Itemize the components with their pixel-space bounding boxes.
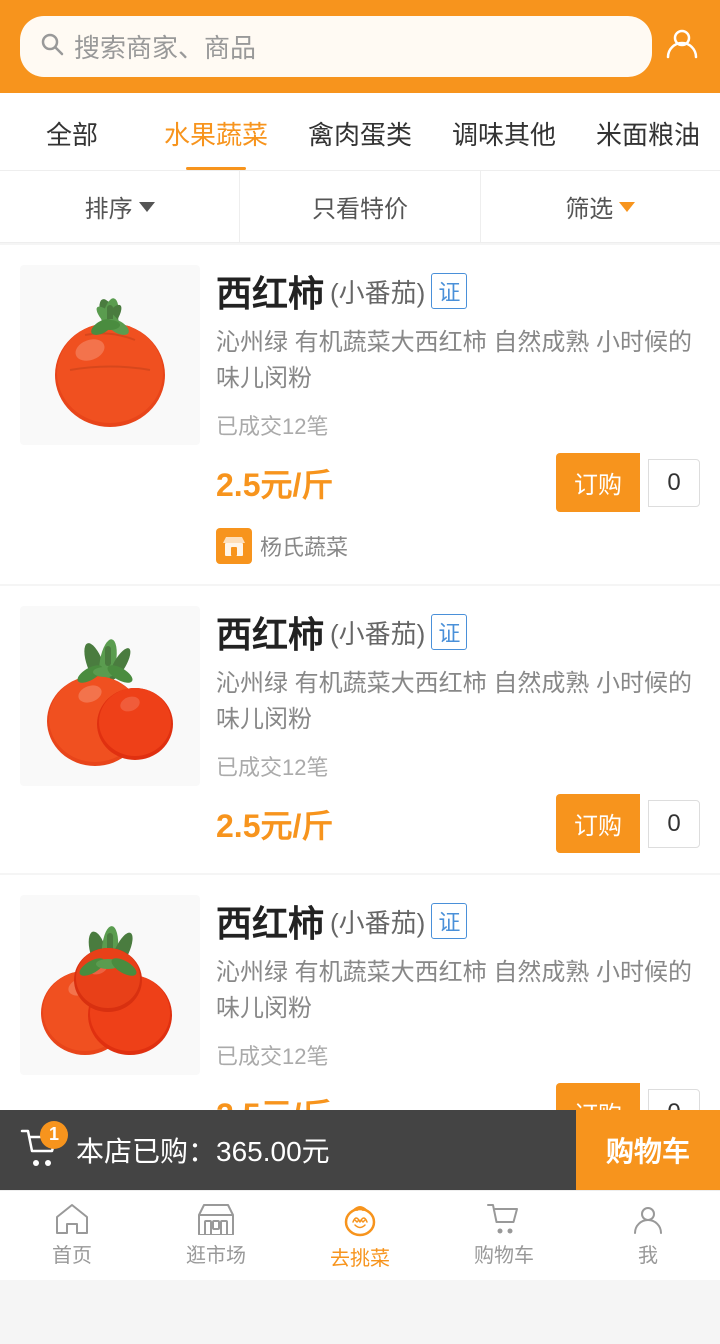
product-title-1: 西红柿 (小番茄) 证 [216,265,700,317]
store-icon-1 [216,528,252,564]
nav-cart[interactable]: 购物车 [432,1191,576,1280]
product-desc-3: 沁州绿 有机蔬菜大西红柿 自然成熟 小时候的味儿闵粉 [216,955,700,1027]
screen-filter[interactable]: 筛选 [481,171,720,242]
product-price-2: 2.5元/斤 [216,801,333,847]
special-price-label: 只看特价 [312,189,408,224]
product-card-2: 西红柿 (小番茄) 证 沁州绿 有机蔬菜大西红柿 自然成熟 小时候的味儿闵粉 已… [0,586,720,873]
nav-pick[interactable]: 去挑菜 [288,1191,432,1280]
go-to-cart-button[interactable]: 购物车 [576,1110,720,1190]
product-title-2: 西红柿 (小番茄) 证 [216,606,700,658]
nav-cart-label: 购物车 [474,1239,534,1268]
purchase-bar: 1 本店已购：365.00元 购物车 [0,1110,720,1190]
product-sub-2: (小番茄) [330,614,425,651]
category-tabs: 全部 水果蔬菜 禽肉蛋类 调味其他 米面粮油 [0,93,720,171]
tab-seasoning[interactable]: 调味其他 [432,93,576,170]
nav-market[interactable]: 逛市场 [144,1191,288,1280]
product-actions-1: 订购 0 [556,453,700,512]
qty-box-2[interactable]: 0 [648,800,700,848]
store-row-1[interactable]: 杨氏蔬菜 [216,528,700,564]
filter-bar: 排序 只看特价 筛选 [0,171,720,243]
buy-button-2[interactable]: 订购 [556,794,640,853]
bottom-nav: 首页 逛市场 去挑菜 购物车 [0,1190,720,1280]
product-info-3: 西红柿 (小番茄) 证 沁州绿 有机蔬菜大西红柿 自然成熟 小时候的味儿闵粉 已… [216,895,700,1142]
sort-filter[interactable]: 排序 [0,171,240,242]
user-icon[interactable] [664,25,700,69]
tab-all[interactable]: 全部 [0,93,144,170]
cart-badge: 1 [40,1121,68,1149]
price-action-row-2: 2.5元/斤 订购 0 [216,794,700,853]
purchase-text: 本店已购：365.00元 [76,1130,330,1170]
special-price-filter[interactable]: 只看特价 [240,171,480,242]
sort-arrow-icon [139,202,155,212]
product-price-1: 2.5元/斤 [216,460,333,506]
screen-arrow-icon [619,202,635,212]
product-title-3: 西红柿 (小番茄) 证 [216,895,700,947]
buy-button-1[interactable]: 订购 [556,453,640,512]
product-image-3[interactable] [20,895,200,1075]
screen-label: 筛选 [565,189,613,224]
product-info-1: 西红柿 (小番茄) 证 沁州绿 有机蔬菜大西红柿 自然成熟 小时候的味儿闵粉 已… [216,265,700,564]
product-name-3: 西红柿 [216,895,324,947]
product-sub-3: (小番茄) [330,903,425,940]
tab-grains[interactable]: 米面粮油 [576,93,720,170]
nav-pick-label: 去挑菜 [330,1242,390,1271]
product-sold-3: 已成交12笔 [216,1039,700,1071]
purchase-cart-icon-wrap: 1 [20,1129,60,1172]
search-placeholder-text: 搜索商家、商品 [74,28,256,65]
product-card-1: 西红柿 (小番茄) 证 沁州绿 有机蔬菜大西红柿 自然成熟 小时候的味儿闵粉 已… [0,245,720,584]
cert-badge-1: 证 [431,273,467,309]
search-icon [40,32,64,62]
product-info-2: 西红柿 (小番茄) 证 沁州绿 有机蔬菜大西红柿 自然成熟 小时候的味儿闵粉 已… [216,606,700,853]
nav-me[interactable]: 我 [576,1191,720,1280]
nav-home[interactable]: 首页 [0,1191,144,1280]
product-desc-1: 沁州绿 有机蔬菜大西红柿 自然成熟 小时候的味儿闵粉 [216,325,700,397]
price-action-row-1: 2.5元/斤 订购 0 [216,453,700,512]
product-name-1: 西红柿 [216,265,324,317]
tab-fruits-veggies[interactable]: 水果蔬菜 [144,93,288,170]
sort-label: 排序 [85,189,133,224]
product-actions-2: 订购 0 [556,794,700,853]
nav-me-label: 我 [638,1239,658,1268]
product-sold-1: 已成交12笔 [216,409,700,441]
nav-home-label: 首页 [52,1239,92,1268]
product-desc-2: 沁州绿 有机蔬菜大西红柿 自然成熟 小时候的味儿闵粉 [216,666,700,738]
tab-meat-eggs[interactable]: 禽肉蛋类 [288,93,432,170]
purchase-info: 1 本店已购：365.00元 [0,1129,576,1172]
cert-badge-3: 证 [431,903,467,939]
nav-market-label: 逛市场 [186,1239,246,1268]
product-image-2[interactable] [20,606,200,786]
product-name-2: 西红柿 [216,606,324,658]
product-sub-1: (小番茄) [330,273,425,310]
search-bar[interactable]: 搜索商家、商品 [20,16,652,77]
cert-badge-2: 证 [431,614,467,650]
qty-box-1[interactable]: 0 [648,459,700,507]
store-name-1: 杨氏蔬菜 [260,530,348,562]
header: 搜索商家、商品 [0,0,720,93]
product-sold-2: 已成交12笔 [216,750,700,782]
product-image-1[interactable] [20,265,200,445]
